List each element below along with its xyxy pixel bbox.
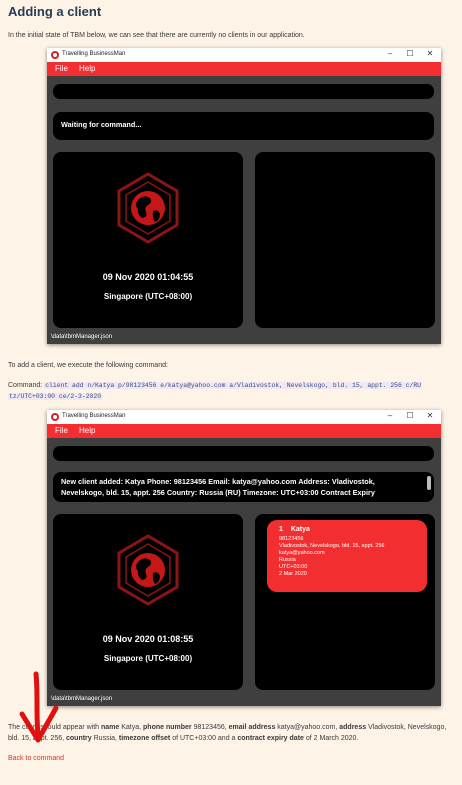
menu-help[interactable]: Help bbox=[79, 426, 95, 435]
globe-hexagon-icon bbox=[117, 172, 179, 244]
menu-bar: File Help bbox=[47, 62, 441, 76]
step-text: To add a client, we execute the followin… bbox=[8, 362, 168, 369]
client-address: Vladivostok, Nevelskogo, bld. 15, appt. … bbox=[279, 543, 385, 549]
clock-time: 09 Nov 2020 01:04:55 bbox=[102, 272, 194, 282]
client-contract-expiry: 2 Mar 2020 bbox=[279, 571, 307, 577]
app-window-initial: Travelling BusinessMan – ☐ ✕ File Help W… bbox=[47, 48, 441, 344]
menu-file[interactable]: File bbox=[55, 64, 68, 73]
client-index: 1 bbox=[279, 526, 283, 533]
close-icon[interactable]: ✕ bbox=[423, 49, 437, 58]
menu-bar: File Help bbox=[47, 424, 441, 438]
intro-text: In the initial state of TBM below, we ca… bbox=[8, 32, 305, 39]
app-window-after-add: Travelling BusinessMan – ☐ ✕ File Help N… bbox=[47, 410, 441, 706]
client-email: katya@yahoo.com bbox=[279, 550, 325, 556]
result-text: Waiting for command... bbox=[61, 120, 142, 129]
maximize-icon[interactable]: ☐ bbox=[403, 49, 417, 58]
result-display: New client added: Katya Phone: 98123456 … bbox=[53, 472, 434, 502]
result-scrollbar[interactable] bbox=[427, 476, 431, 490]
client-list-panel bbox=[255, 152, 435, 328]
app-logo-icon bbox=[51, 413, 59, 421]
result-display: Waiting for command... bbox=[53, 112, 434, 140]
page-title: Adding a client bbox=[8, 4, 102, 19]
back-to-command-link[interactable]: Back to command bbox=[8, 755, 64, 762]
close-icon[interactable]: ✕ bbox=[423, 411, 437, 420]
command-line-1: client add n/Katya p/98123456 e/katya@ya… bbox=[44, 382, 423, 389]
command-input[interactable] bbox=[53, 446, 434, 461]
command-line-2: tz/UTC+03:00 ce/2-3-2020 bbox=[8, 393, 103, 400]
clock-timezone: Singapore (UTC+08:00) bbox=[103, 654, 193, 663]
clock-panel: 09 Nov 2020 01:04:55 Singapore (UTC+08:0… bbox=[53, 152, 243, 328]
command-block: Command: client add n/Katya p/98123456 e… bbox=[8, 380, 460, 402]
window-title: Travelling BusinessMan bbox=[62, 413, 126, 419]
command-label: Command: bbox=[8, 382, 43, 389]
clock-panel: 09 Nov 2020 01:08:55 Singapore (UTC+08:0… bbox=[53, 514, 243, 690]
annotation-arrow-icon bbox=[19, 671, 59, 743]
status-bar-path: \data\tbmManager.json bbox=[51, 334, 113, 340]
window-titlebar: Travelling BusinessMan – ☐ ✕ bbox=[47, 48, 441, 62]
result-line-2: Nevelskogo, bld. 15, appt. 256 Country: … bbox=[61, 488, 375, 497]
client-details: 98123456 Vladivostok, Nevelskogo, bld. 1… bbox=[279, 536, 384, 578]
menu-help[interactable]: Help bbox=[79, 64, 95, 73]
client-list-panel: 1 Katya 98123456 Vladivostok, Nevelskogo… bbox=[255, 514, 435, 690]
minimize-icon[interactable]: – bbox=[383, 49, 397, 58]
clock-time: 09 Nov 2020 01:08:55 bbox=[102, 634, 194, 644]
client-phone: 98123456 bbox=[279, 536, 304, 542]
minimize-icon[interactable]: – bbox=[383, 411, 397, 420]
window-title: Travelling BusinessMan bbox=[62, 51, 126, 57]
client-timezone: UTC+03:00 bbox=[279, 564, 308, 570]
client-card-header: 1 Katya bbox=[279, 526, 310, 533]
client-name: Katya bbox=[290, 526, 310, 533]
summary-text: The client should appear with name Katya… bbox=[8, 724, 447, 742]
globe-hexagon-icon bbox=[117, 534, 179, 606]
client-country: Russia bbox=[279, 557, 296, 563]
app-logo-icon bbox=[51, 51, 59, 59]
result-line-1: New client added: Katya Phone: 98123456 … bbox=[61, 477, 375, 486]
maximize-icon[interactable]: ☐ bbox=[403, 411, 417, 420]
command-input[interactable] bbox=[53, 84, 434, 99]
client-card[interactable]: 1 Katya 98123456 Vladivostok, Nevelskogo… bbox=[267, 520, 427, 592]
menu-file[interactable]: File bbox=[55, 426, 68, 435]
clock-timezone: Singapore (UTC+08:00) bbox=[103, 292, 193, 301]
window-titlebar: Travelling BusinessMan – ☐ ✕ bbox=[47, 410, 441, 424]
